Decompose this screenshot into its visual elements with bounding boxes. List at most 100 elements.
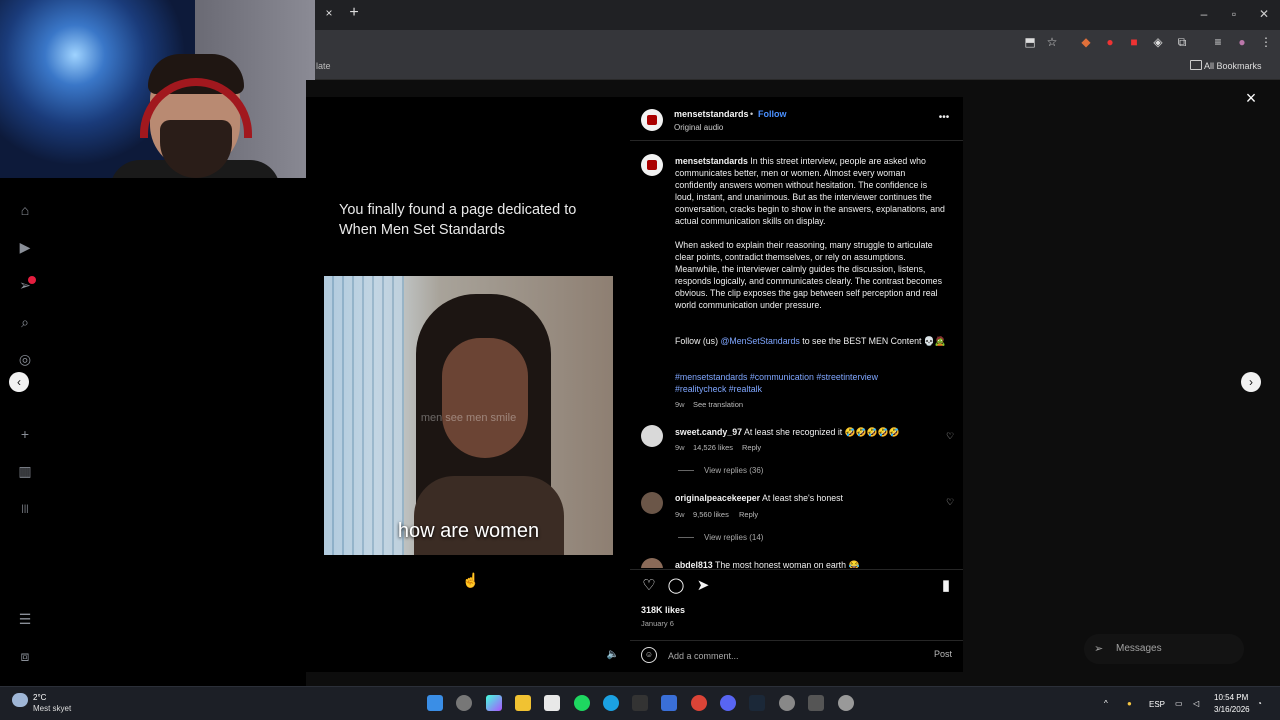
comment-text: The most honest woman on earth 😂 (714, 560, 860, 568)
app-sidebar (0, 178, 306, 686)
tray-chevron-icon[interactable]: ^ (1104, 699, 1108, 708)
commenter-avatar[interactable] (641, 492, 663, 514)
search-icon[interactable]: ⌕ (16, 313, 34, 331)
microphone-icon[interactable]: ● (1127, 699, 1132, 708)
next-post-button[interactable]: › (1241, 372, 1261, 392)
comment-age: 9w (675, 510, 685, 519)
follow-button[interactable]: Follow (758, 109, 787, 119)
media-caption-text: You finally found a page dedicated to Wh… (339, 202, 577, 238)
previous-post-button[interactable]: ‹ (9, 372, 29, 392)
window-close-icon[interactable]: ✕ (1256, 6, 1272, 22)
minimize-icon[interactable]: – (1196, 6, 1212, 22)
adblock-icon[interactable]: ■ (1126, 34, 1142, 50)
close-icon[interactable]: × (1243, 89, 1259, 107)
outlook-icon[interactable] (661, 695, 677, 711)
reels-icon[interactable]: ▶ (16, 238, 34, 256)
volume-icon[interactable]: ◁ (1193, 699, 1199, 708)
comment-username[interactable]: sweet.candy_97 (675, 427, 742, 437)
all-bookmarks-button[interactable]: All Bookmarks (1204, 61, 1262, 71)
media-control-icon[interactable]: ≡ (1210, 34, 1226, 50)
comment-bubble-icon[interactable]: ◯ (667, 577, 685, 595)
epic-games-icon[interactable] (632, 695, 648, 711)
video-player[interactable]: men see men smile how are women (324, 276, 613, 555)
post-caption: mensetstandards In this street interview… (675, 155, 947, 227)
post-date: January 6 (641, 619, 674, 628)
caption-username[interactable]: mensetstandards (675, 156, 748, 166)
extensions-puzzle-icon[interactable]: ⧉ (1174, 34, 1190, 50)
extension-fox-icon[interactable]: ◆ (1078, 34, 1094, 50)
copilot-icon[interactable] (486, 695, 502, 711)
discord-icon[interactable] (720, 695, 736, 711)
commenter-avatar[interactable] (641, 558, 663, 568)
explore-icon[interactable]: ◎ (16, 350, 34, 368)
more-options-icon[interactable]: ••• (937, 112, 951, 124)
install-app-icon[interactable]: ⬒ (1022, 34, 1038, 50)
more-menu-icon[interactable]: ☰ (16, 610, 34, 628)
post-comment-button[interactable]: Post (934, 649, 952, 659)
caption-avatar[interactable] (641, 154, 663, 176)
new-tab-button[interactable]: + (346, 5, 362, 21)
commenter-avatar[interactable] (641, 425, 663, 447)
tab-close-icon[interactable]: × (322, 6, 336, 20)
mute-icon[interactable]: 🔈 (605, 647, 621, 663)
view-replies[interactable]: View replies (14) (678, 533, 763, 542)
bookmark-item[interactable]: late (316, 61, 331, 71)
extension-shield-icon[interactable]: ● (1102, 34, 1118, 50)
bookmark-star-icon[interactable]: ☆ (1044, 34, 1060, 50)
settings-gear-icon[interactable] (838, 695, 854, 711)
chrome-icon[interactable] (691, 695, 707, 711)
obs-icon[interactable] (779, 695, 795, 711)
reply-button[interactable]: Reply (742, 443, 761, 452)
extension-diamond-icon[interactable]: ◈ (1150, 34, 1166, 50)
comment-likes[interactable]: 9,560 likes (693, 510, 729, 519)
likes-count[interactable]: 318K likes (641, 605, 685, 615)
start-menu-icon[interactable] (427, 695, 443, 711)
network-icon[interactable]: ▭ (1175, 699, 1183, 708)
app-icon[interactable] (808, 695, 824, 711)
comment-like-icon[interactable]: ♡ (945, 497, 955, 507)
comment-age: 9w (675, 443, 685, 452)
profile-avatar-icon[interactable]: ● (1234, 34, 1250, 50)
edge-icon[interactable] (603, 695, 619, 711)
comment-username[interactable]: abdel813 (675, 560, 713, 568)
weather-cloud-icon[interactable] (12, 693, 28, 707)
threads-icon[interactable]: ||| (16, 499, 34, 517)
view-replies[interactable]: View replies (36) (678, 466, 763, 475)
messages-drawer[interactable] (1084, 634, 1244, 664)
audio-label[interactable]: Original audio (674, 123, 723, 132)
author-avatar[interactable] (641, 109, 663, 131)
comment-text: At least she recognized it 🤣🤣🤣🤣🤣 (743, 427, 900, 437)
file-explorer-icon[interactable] (515, 695, 531, 711)
notification-bell-icon[interactable]: ◔ (1257, 699, 1262, 708)
comment-like-icon[interactable]: ♡ (945, 431, 955, 441)
messages-label[interactable]: Messages (1116, 643, 1162, 654)
emoji-icon[interactable]: ☺ (641, 647, 657, 663)
author-username[interactable]: mensetstandards (674, 109, 749, 119)
store-icon[interactable] (544, 695, 560, 711)
weather-description[interactable]: Mest skyet (33, 704, 71, 713)
hashtags[interactable]: #mensetstandards #communication #streeti… (675, 371, 905, 395)
share-icon[interactable]: ➤ (694, 577, 712, 595)
see-translation-link[interactable]: See translation (693, 400, 743, 409)
mention-link[interactable]: @MenSetStandards (720, 336, 799, 346)
home-icon[interactable]: ⌂ (16, 201, 34, 219)
browser-menu-icon[interactable]: ⋮ (1258, 34, 1274, 50)
reply-button[interactable]: Reply (739, 510, 758, 519)
task-view-icon[interactable] (456, 695, 472, 711)
comment-likes[interactable]: 14,526 likes (693, 443, 733, 452)
spotify-icon[interactable] (574, 695, 590, 711)
comment-input[interactable] (668, 649, 888, 663)
weather-temperature[interactable]: 2°C (33, 693, 46, 702)
clock-date[interactable]: 3/16/2026 (1214, 705, 1250, 714)
comment-username[interactable]: originalpeacekeeper (675, 493, 760, 503)
caption-paragraph-1: In this street interview, people are ask… (675, 156, 945, 226)
like-heart-icon[interactable]: ♡ (640, 577, 658, 595)
dashboard-icon[interactable]: ▥ (16, 462, 34, 480)
input-language[interactable]: ESP (1149, 700, 1165, 709)
bookmark-icon[interactable]: ▮ (937, 577, 955, 595)
clock-time[interactable]: 10:54 PM (1214, 693, 1248, 702)
maximize-icon[interactable]: ▫ (1226, 6, 1242, 22)
create-icon[interactable]: + (16, 425, 34, 443)
also-from-meta-icon[interactable]: ⧈ (16, 647, 34, 665)
steam-icon[interactable] (749, 695, 765, 711)
